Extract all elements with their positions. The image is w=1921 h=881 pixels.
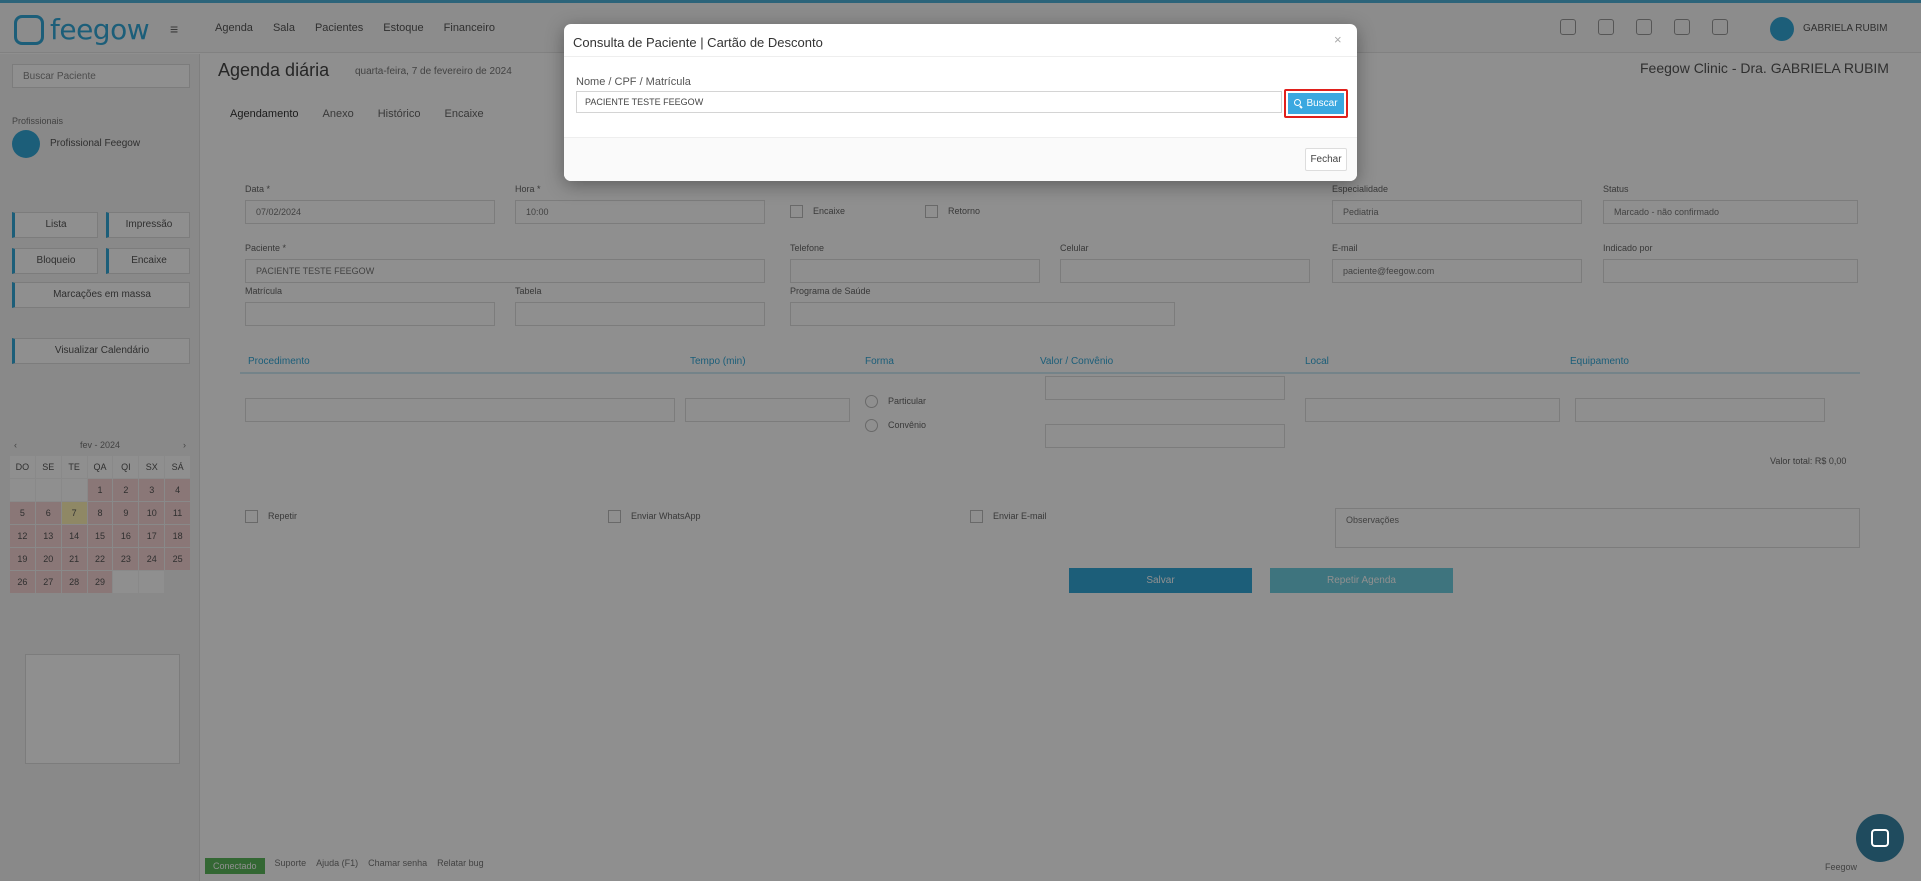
search-button[interactable]: Buscar [1284, 89, 1348, 118]
search-field-label: Nome / CPF / Matrícula [576, 76, 691, 88]
modal-footer: Fechar [564, 137, 1357, 181]
chat-launcher-button[interactable] [1856, 814, 1904, 862]
search-icon [1294, 99, 1303, 108]
chat-icon [1871, 829, 1889, 847]
modal-title: Consulta de Paciente | Cartão de Descont… [573, 35, 823, 50]
search-button-body[interactable]: Buscar [1288, 93, 1344, 114]
patient-lookup-modal: Consulta de Paciente | Cartão de Descont… [564, 24, 1357, 181]
modal-body: Nome / CPF / Matrícula Buscar [564, 56, 1357, 149]
patient-lookup-input[interactable] [576, 91, 1282, 113]
search-button-label: Buscar [1306, 98, 1338, 109]
close-button[interactable]: Fechar [1305, 148, 1347, 171]
close-icon[interactable]: × [1334, 32, 1342, 47]
